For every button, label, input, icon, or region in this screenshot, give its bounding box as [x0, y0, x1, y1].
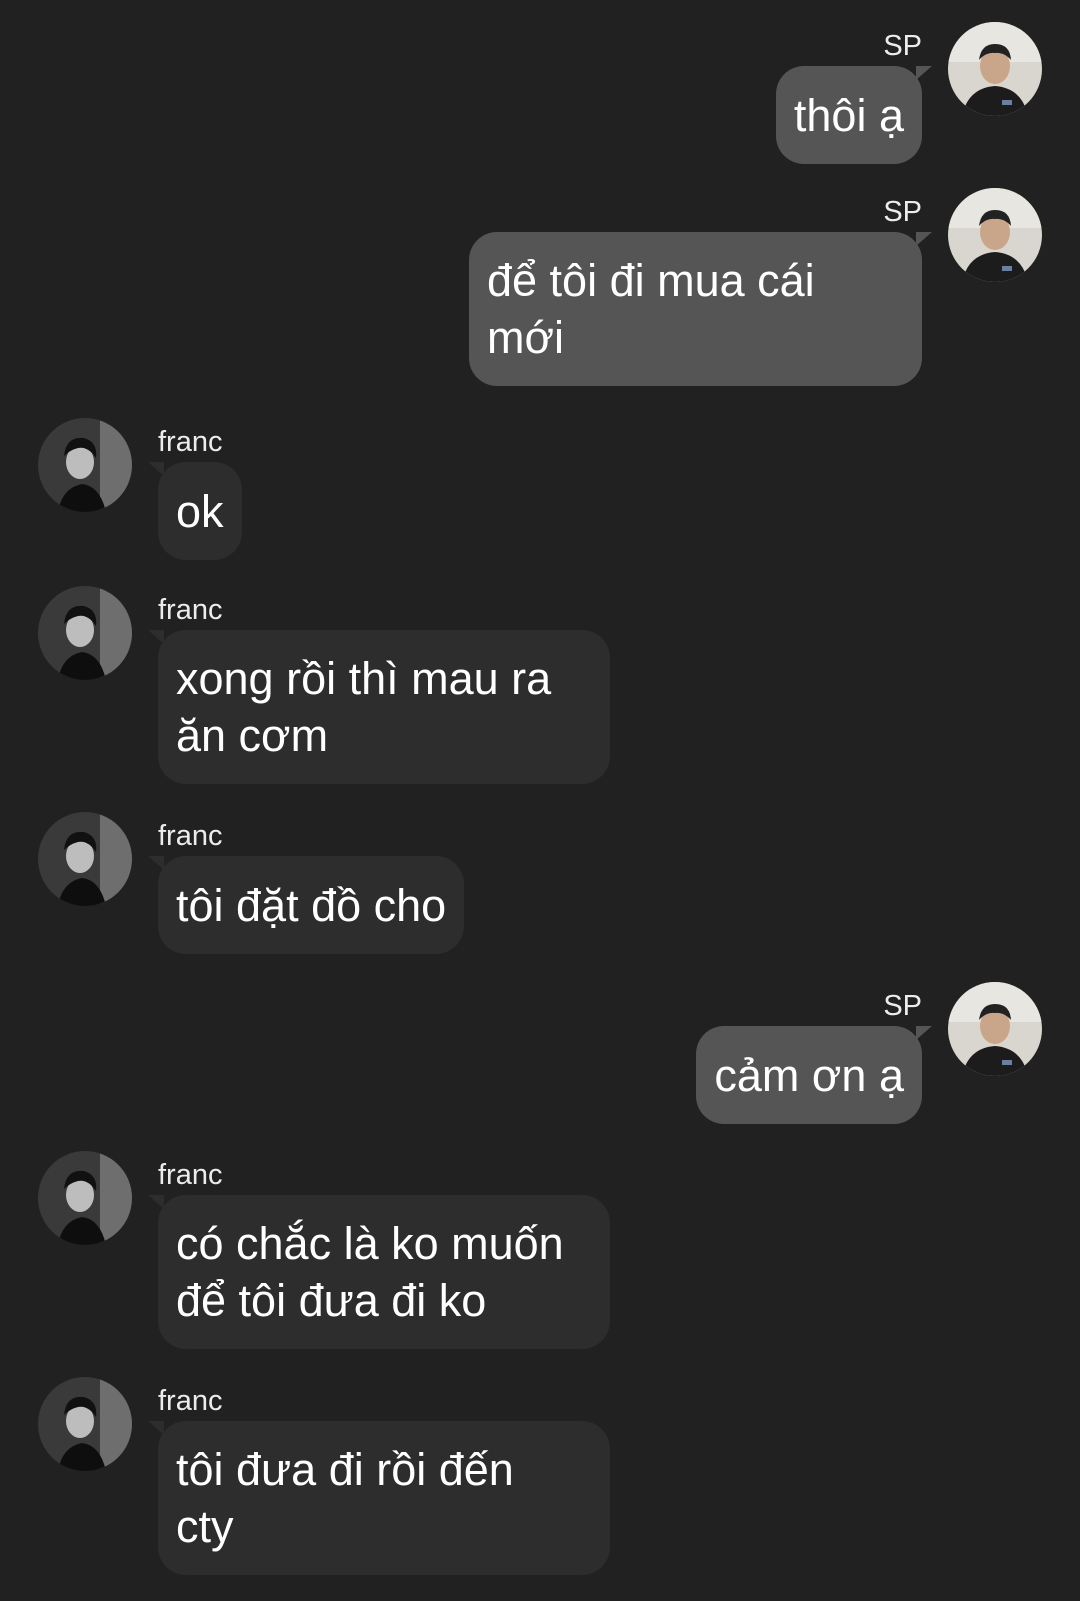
message-bubble[interactable]: tôi đặt đồ cho	[158, 856, 465, 954]
bubble-tail	[916, 66, 932, 80]
sender-name: franc	[158, 820, 223, 852]
bubble-tail	[916, 1026, 932, 1040]
franc-avatar-icon[interactable]	[38, 1151, 132, 1245]
sender-name: franc	[158, 1159, 223, 1191]
message-text-line: thôi ạ	[793, 89, 904, 141]
message-text-line: tôi đặt đồ cho	[176, 879, 447, 931]
message-bubble[interactable]: xong rồi thì mau ra ăn cơm	[158, 630, 610, 784]
message-bubble[interactable]: ok	[158, 462, 242, 560]
message-bubble[interactable]: có chắc là ko muốn để tôi đưa đi ko	[158, 1195, 610, 1349]
message-text-line: cảm ơn ạ	[714, 1049, 904, 1101]
message-text-line: để tôi đi mua cái	[487, 255, 815, 306]
message-text-line: ok	[176, 485, 224, 537]
message-bubble[interactable]: tôi đưa đi rồi đến cty	[158, 1421, 610, 1575]
message-text-line: cty	[176, 1501, 234, 1552]
message-text-line: xong rồi thì mau ra	[176, 653, 552, 704]
sender-name: SP	[883, 196, 922, 228]
sender-name: franc	[158, 426, 223, 458]
franc-avatar-icon[interactable]	[38, 418, 132, 512]
message-text-line: có chắc là ko muốn	[176, 1218, 564, 1269]
sender-name: SP	[883, 990, 922, 1022]
franc-avatar-icon[interactable]	[38, 586, 132, 680]
message-text-line: tôi đưa đi rồi đến	[176, 1444, 514, 1495]
message-text-line: mới	[487, 312, 564, 363]
sp-avatar-icon[interactable]	[948, 22, 1042, 116]
message-bubble[interactable]: cảm ơn ạ	[696, 1026, 922, 1124]
message-text-line: ăn cơm	[176, 710, 329, 761]
sp-avatar-icon[interactable]	[948, 982, 1042, 1076]
sp-avatar-icon[interactable]	[948, 188, 1042, 282]
message-bubble[interactable]: để tôi đi mua cái mới	[469, 232, 922, 386]
message-text-line: để tôi đưa đi ko	[176, 1275, 487, 1326]
bubble-tail	[916, 232, 932, 246]
sender-name: franc	[158, 1385, 223, 1417]
franc-avatar-icon[interactable]	[38, 1377, 132, 1471]
sender-name: franc	[158, 594, 223, 626]
message-bubble[interactable]: thôi ạ	[775, 66, 922, 164]
sender-name: SP	[883, 30, 922, 62]
franc-avatar-icon[interactable]	[38, 812, 132, 906]
